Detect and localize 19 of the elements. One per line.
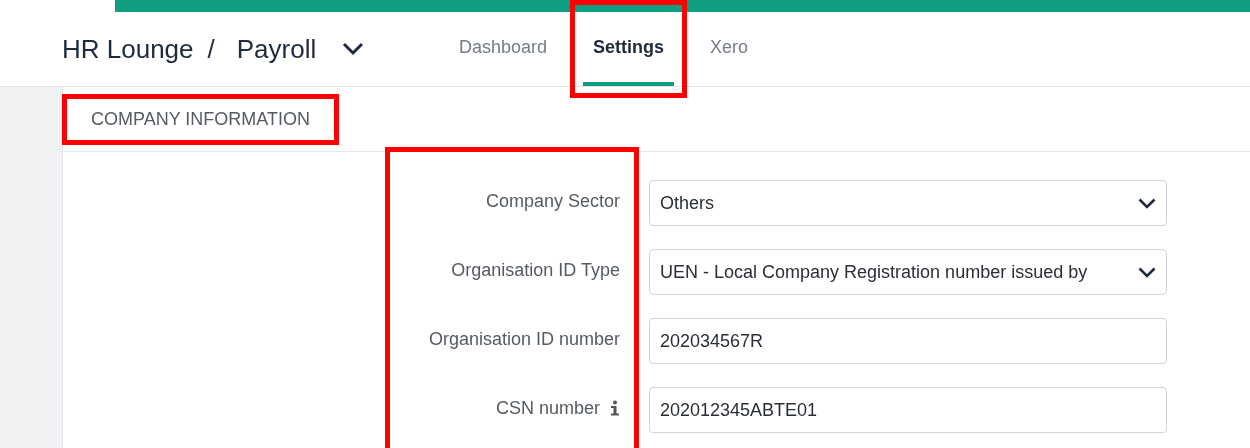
field-label: CSN number — [495, 398, 600, 419]
chevron-down-icon — [1138, 197, 1156, 209]
info-icon[interactable] — [610, 400, 620, 416]
chevron-down-icon[interactable] — [342, 42, 365, 56]
nav-tab[interactable]: Dashboard — [449, 12, 558, 86]
field-label: Organisation ID Type — [451, 260, 620, 281]
input-field[interactable]: 202012345ABTE01 — [649, 387, 1167, 433]
nav-tab[interactable]: Xero — [700, 12, 759, 86]
field-label: Organisation ID number — [428, 329, 620, 350]
field-label: Company Sector — [485, 191, 620, 212]
breadcrumb-item[interactable]: Payroll — [236, 33, 317, 65]
breadcrumb-item[interactable]: HR Lounge — [62, 33, 194, 65]
nav-tab[interactable]: Settings — [583, 12, 675, 86]
chevron-down-icon — [1138, 266, 1156, 278]
select-field[interactable]: Others — [649, 180, 1167, 226]
input-field[interactable]: 202034567R — [649, 318, 1167, 364]
breadcrumb-separator: / — [207, 33, 215, 65]
section-title: COMPANY INFORMATION — [62, 93, 339, 145]
select-field[interactable]: UEN - Local Company Registration number issued by — [649, 249, 1167, 295]
